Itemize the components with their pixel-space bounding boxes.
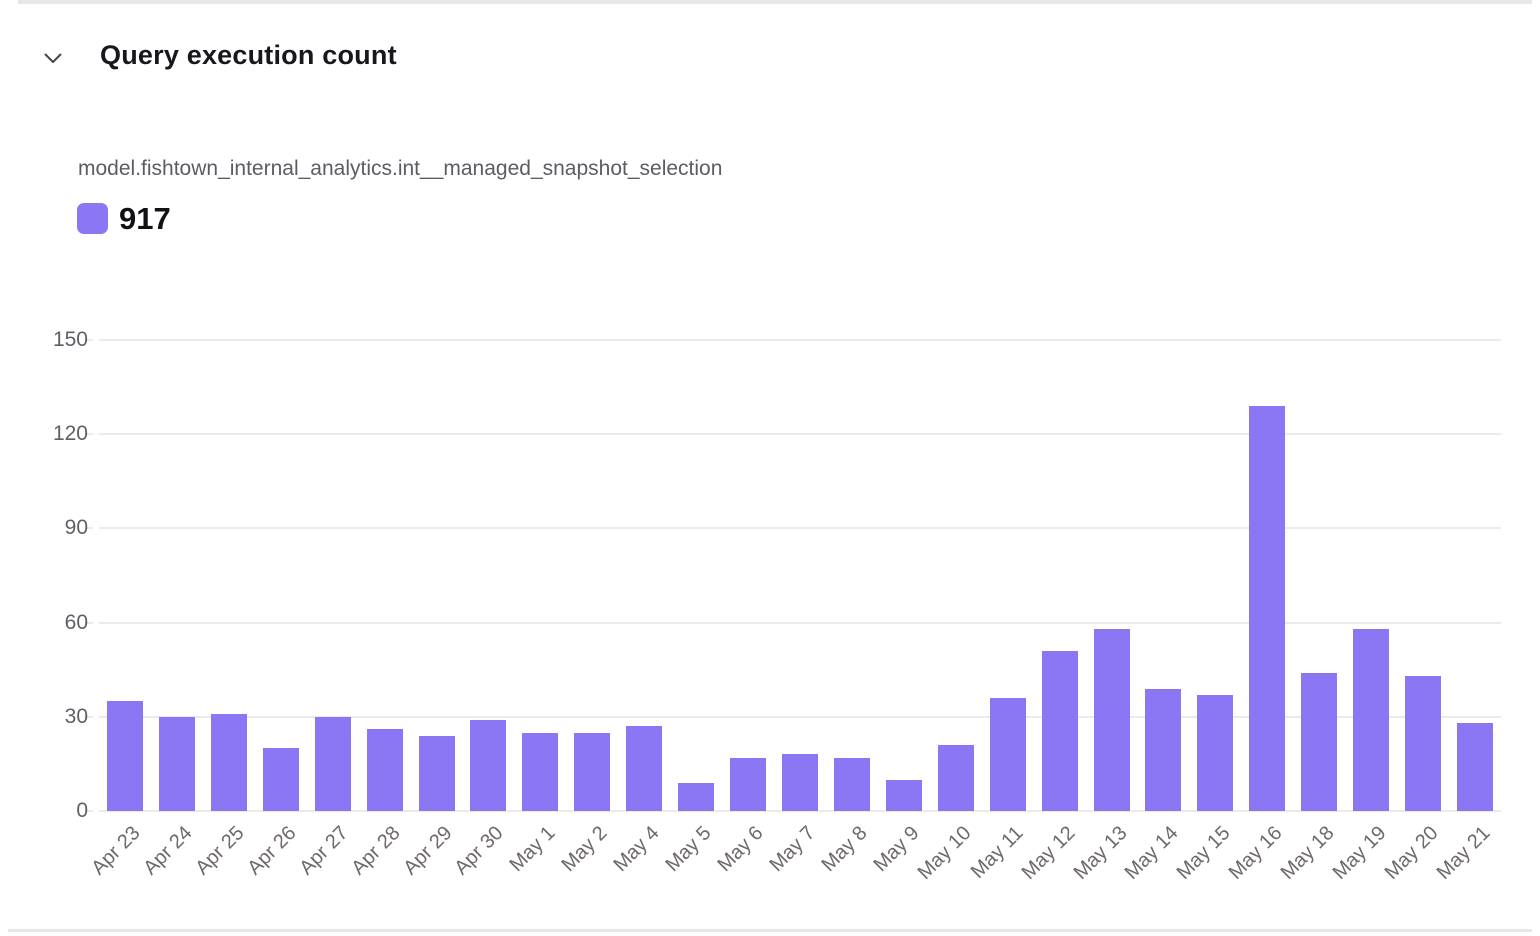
gridline (99, 527, 1501, 529)
bar[interactable] (211, 714, 247, 811)
gridline (99, 716, 1501, 718)
bar[interactable] (1301, 673, 1337, 811)
bar[interactable] (1042, 651, 1078, 811)
y-axis-label: 0 (28, 798, 88, 824)
bar[interactable] (990, 698, 1026, 811)
bar[interactable] (263, 748, 299, 811)
bar[interactable] (938, 745, 974, 811)
y-axis-label: 60 (28, 610, 88, 636)
bar[interactable] (1457, 723, 1493, 811)
bar[interactable] (730, 758, 766, 811)
bar[interactable] (367, 729, 403, 811)
bar[interactable] (678, 783, 714, 811)
bar[interactable] (1405, 676, 1441, 811)
gridline (99, 622, 1501, 624)
bar[interactable] (522, 733, 558, 812)
gridline (99, 339, 1501, 341)
bar[interactable] (1094, 629, 1130, 811)
y-axis-label: 90 (28, 515, 88, 541)
query-execution-count-panel: Query execution count model.fishtown_int… (0, 0, 1540, 936)
bar[interactable] (626, 726, 662, 811)
bar[interactable] (470, 720, 506, 811)
gridline (99, 433, 1501, 435)
bar-chart: 0306090120150Apr 23Apr 24Apr 25Apr 26Apr… (0, 0, 1540, 936)
bar[interactable] (886, 780, 922, 811)
bar[interactable] (315, 717, 351, 811)
bar[interactable] (834, 758, 870, 811)
bar[interactable] (1249, 406, 1285, 811)
bar[interactable] (107, 701, 143, 811)
bar[interactable] (1145, 689, 1181, 811)
bar[interactable] (782, 754, 818, 811)
bar[interactable] (574, 733, 610, 812)
y-axis-label: 30 (28, 704, 88, 730)
y-axis-label: 120 (28, 421, 88, 447)
bar[interactable] (1197, 695, 1233, 811)
y-axis-label: 150 (28, 327, 88, 353)
bar[interactable] (1353, 629, 1389, 811)
bottom-divider (8, 929, 1532, 932)
bar[interactable] (419, 736, 455, 811)
bar[interactable] (159, 717, 195, 811)
